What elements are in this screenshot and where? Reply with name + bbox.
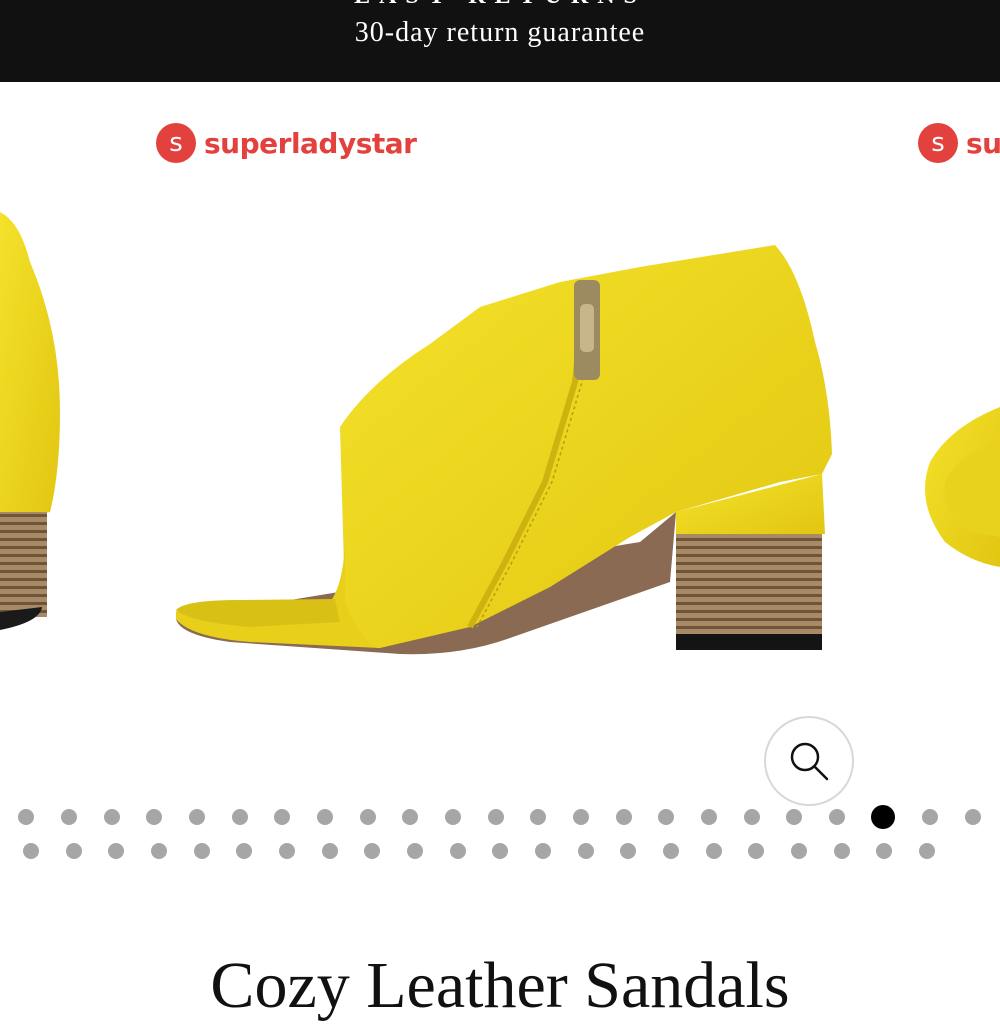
pagination-dot[interactable] xyxy=(322,843,338,859)
pagination-dot[interactable] xyxy=(488,809,504,825)
pagination-dot[interactable] xyxy=(194,843,210,859)
pagination-dot[interactable] xyxy=(922,809,938,825)
pagination-dot[interactable] xyxy=(364,843,380,859)
pagination-dot[interactable] xyxy=(360,809,376,825)
pagination-dot[interactable] xyxy=(876,843,892,859)
product-title: Cozy Leather Sandals xyxy=(210,949,790,1022)
pagination-dot[interactable] xyxy=(402,809,418,825)
shoe-images xyxy=(0,212,1000,655)
pagination-dot[interactable] xyxy=(407,843,423,859)
pagination-dot[interactable] xyxy=(66,843,82,859)
pagination-dot[interactable] xyxy=(744,809,760,825)
promo-banner: EASY RETURNS 30-day return guarantee xyxy=(0,0,1000,82)
pagination-dot-active[interactable] xyxy=(871,805,895,829)
pagination-dot[interactable] xyxy=(535,843,551,859)
pagination-dot[interactable] xyxy=(450,843,466,859)
previous-slide-shoe xyxy=(0,212,60,630)
pagination-dot[interactable] xyxy=(620,843,636,859)
pagination-dot[interactable] xyxy=(748,843,764,859)
pagination-dot[interactable] xyxy=(236,843,252,859)
magnifier-icon xyxy=(790,742,829,781)
pagination-dot[interactable] xyxy=(965,809,981,825)
pagination-dot[interactable] xyxy=(104,809,120,825)
pagination-dot[interactable] xyxy=(189,809,205,825)
pagination-dot[interactable] xyxy=(151,843,167,859)
pagination-dot[interactable] xyxy=(445,809,461,825)
pagination-dot[interactable] xyxy=(701,809,717,825)
banner-title: EASY RETURNS xyxy=(0,0,1000,10)
pagination-dot[interactable] xyxy=(786,809,802,825)
product-image-gallery[interactable]: s superladystar s sup xyxy=(0,82,1000,722)
pagination-dot[interactable] xyxy=(279,843,295,859)
pagination-dot[interactable] xyxy=(663,843,679,859)
pagination-dot[interactable] xyxy=(61,809,77,825)
pagination-dot[interactable] xyxy=(829,809,845,825)
pagination-dot[interactable] xyxy=(578,843,594,859)
pagination-dot[interactable] xyxy=(274,809,290,825)
zoom-button[interactable] xyxy=(764,716,854,806)
pagination-dot[interactable] xyxy=(23,843,39,859)
pagination-dot[interactable] xyxy=(492,843,508,859)
pagination-dot[interactable] xyxy=(919,843,935,859)
pagination-dot[interactable] xyxy=(573,809,589,825)
pagination-dot[interactable] xyxy=(706,843,722,859)
pagination-dot[interactable] xyxy=(791,843,807,859)
next-slide-shoe xyxy=(925,407,1000,567)
pagination-dot[interactable] xyxy=(108,843,124,859)
pagination-dot[interactable] xyxy=(146,809,162,825)
pagination-dot[interactable] xyxy=(530,809,546,825)
pagination-dot[interactable] xyxy=(232,809,248,825)
pagination-dot[interactable] xyxy=(317,809,333,825)
main-shoe-image xyxy=(176,245,832,655)
pagination-dot[interactable] xyxy=(658,809,674,825)
pagination-dot[interactable] xyxy=(834,843,850,859)
pagination-dot[interactable] xyxy=(616,809,632,825)
banner-subtitle: 30-day return guarantee xyxy=(354,17,646,48)
pagination-dot[interactable] xyxy=(18,809,34,825)
